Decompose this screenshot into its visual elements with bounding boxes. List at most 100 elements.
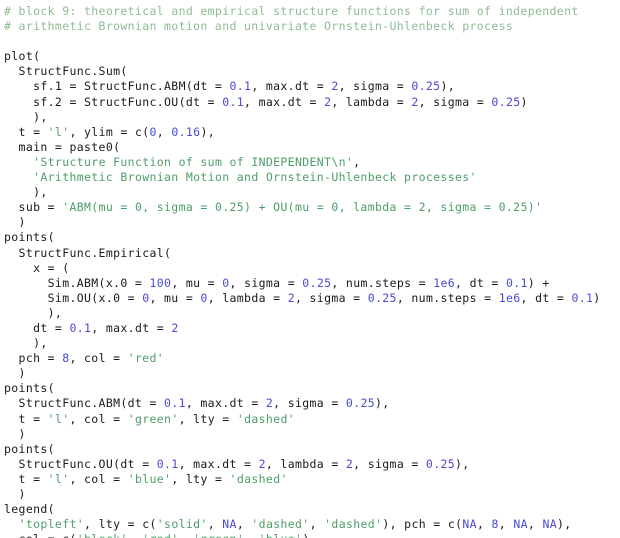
code-line[interactable]: sf.1 = StructFunc.ABM(dt = 0.1, max.dt =… — [4, 79, 620, 94]
code-token-string: 'dashed' — [236, 411, 296, 426]
code-token-number: 0.25 — [367, 290, 397, 305]
code-token-plain: , — [244, 532, 259, 538]
code-token-string: 'red' — [142, 532, 178, 538]
code-token-number: 0.1 — [222, 94, 245, 109]
code-token-plain: ), — [440, 79, 456, 94]
code-line[interactable]: main = paste0( — [4, 140, 620, 155]
code-token-plain: ), — [455, 456, 470, 471]
code-line[interactable]: StructFunc.OU(dt = 0.1, max.dt = 2, lamb… — [4, 457, 620, 472]
code-token-number: 0.25 — [345, 396, 376, 411]
code-token-number: 2 — [331, 79, 339, 94]
code-line[interactable]: legend( — [4, 502, 620, 517]
code-line[interactable]: points( — [4, 230, 620, 245]
code-line[interactable]: ), — [4, 110, 620, 125]
code-token-number: 0.25 — [425, 456, 456, 471]
code-token-plain: t = — [4, 411, 48, 426]
code-listing[interactable]: # block 9: theoretical and empirical str… — [0, 0, 620, 538]
code-line[interactable]: sf.2 = StructFunc.OU(dt = 0.1, max.dt = … — [4, 95, 620, 110]
code-token-plain: , num.steps = — [396, 290, 499, 305]
code-line[interactable]: StructFunc.Sum( — [4, 64, 620, 79]
code-line[interactable]: Sim.ABM(x.0 = 100, mu = 0, sigma = 0.25,… — [4, 276, 620, 291]
code-line[interactable]: t = 'l', col = 'blue', lty = 'dashed' — [4, 472, 620, 487]
code-line[interactable]: ), — [4, 185, 620, 200]
code-line[interactable]: ), — [4, 336, 620, 351]
code-token-number: 0 — [149, 124, 157, 139]
code-line[interactable]: ) — [4, 487, 620, 502]
code-line[interactable]: sub = 'ABM(mu = 0, sigma = 0.25) + OU(mu… — [4, 200, 620, 215]
code-line[interactable]: ), — [4, 306, 620, 321]
code-line[interactable]: ) — [4, 427, 620, 442]
code-token-plain: ) — [520, 94, 528, 109]
code-token-string: 'dashed' — [229, 471, 288, 486]
code-token-const: NA — [462, 517, 477, 532]
code-line[interactable]: ) — [4, 366, 620, 381]
code-token-plain: t = — [4, 124, 48, 139]
code-token-string: 'l' — [47, 471, 70, 486]
code-token-number: 2 — [258, 456, 266, 471]
code-line[interactable]: ) — [4, 215, 620, 230]
code-token-number: 0.25 — [491, 94, 521, 109]
code-token-number: 0.1 — [156, 456, 179, 471]
code-token-plain: ) — [4, 487, 26, 501]
code-token-number: 0.16 — [171, 124, 201, 139]
code-line[interactable]: # block 9: theoretical and empirical str… — [4, 4, 620, 19]
code-token-string: 'l' — [47, 124, 70, 139]
code-token-string: 'blue' — [127, 471, 172, 486]
code-token-plain: ), pch = c( — [382, 517, 463, 532]
code-token-plain: StructFunc.ABM(dt = — [4, 396, 165, 411]
code-line[interactable]: col = c('black', 'red', 'green', 'blue')… — [4, 532, 620, 538]
code-token-plain: , sigma = — [294, 290, 368, 305]
code-token-plain: points( — [4, 230, 55, 245]
code-token-string: 'ABM(mu = 0, sigma = 0.25) + OU(mu = 0, … — [62, 200, 543, 215]
code-token-number: 0.1 — [571, 290, 594, 305]
code-token-plain: , dt = — [520, 290, 572, 305]
code-token-string: 'red' — [127, 351, 165, 366]
code-line[interactable] — [4, 34, 620, 49]
code-token-number: 2 — [287, 290, 295, 305]
code-line[interactable]: points( — [4, 381, 620, 396]
code-line[interactable]: t = 'l', col = 'green', lty = 'dashed' — [4, 412, 620, 427]
code-token-plain: Sim.OU(x.0 = — [4, 290, 143, 305]
code-line[interactable]: StructFunc.Empirical( — [4, 246, 620, 261]
code-token-number: 2 — [411, 94, 419, 109]
code-token-plain: sub = — [4, 200, 63, 215]
code-token-plain: , — [527, 517, 543, 532]
code-line[interactable]: plot( — [4, 49, 620, 64]
code-line[interactable]: t = 'l', ylim = c(0, 0.16), — [4, 125, 620, 140]
code-token-plain: col = c( — [4, 532, 77, 538]
code-token-plain: main = paste0( — [4, 139, 121, 154]
code-token-plain: plot( — [4, 49, 41, 64]
code-line[interactable]: pch = 8, col = 'red' — [4, 351, 620, 366]
code-token-string: 'green' — [193, 532, 244, 538]
code-token-number: 0.1 — [505, 275, 528, 290]
code-token-plain: , col = — [69, 471, 128, 486]
code-token-plain: , max.dt = — [91, 320, 172, 335]
code-line[interactable]: 'Structure Function of sum of INDEPENDEN… — [4, 155, 620, 170]
code-token-plain: points( — [4, 381, 55, 396]
code-token-number: 0.1 — [69, 320, 92, 335]
code-token-plain: , sigma = — [353, 456, 426, 471]
code-token-plain: dt = — [4, 320, 70, 335]
code-token-plain: ) — [4, 426, 26, 441]
code-token-plain: ) — [4, 215, 26, 230]
code-token-string: 'green' — [127, 411, 179, 426]
code-token-number: 8 — [491, 517, 499, 532]
code-line[interactable]: StructFunc.ABM(dt = 0.1, max.dt = 2, sig… — [4, 396, 620, 411]
code-line[interactable]: Sim.OU(x.0 = 0, mu = 0, lambda = 2, sigm… — [4, 291, 620, 306]
code-line[interactable]: # arithmetic Brownian motion and univari… — [4, 19, 620, 34]
code-token-plain: , col = — [69, 351, 128, 366]
code-token-plain: points( — [4, 441, 55, 456]
code-token-plain: , max.dt = — [185, 396, 266, 411]
code-token-plain: , — [309, 517, 325, 532]
code-token-comment: # arithmetic Brownian motion and univari… — [4, 19, 514, 34]
code-token-string: 'blue' — [259, 532, 303, 538]
code-line[interactable]: dt = 0.1, max.dt = 2 — [4, 321, 620, 336]
code-token-number: 0 — [222, 275, 230, 290]
code-line[interactable]: points( — [4, 442, 620, 457]
code-line[interactable]: 'Arithmetic Brownian Motion and Ornstein… — [4, 170, 620, 185]
code-line[interactable]: x = ( — [4, 261, 620, 276]
code-token-plain: , — [128, 532, 143, 538]
code-line[interactable]: 'topleft', lty = c('solid', NA, 'dashed'… — [4, 517, 620, 532]
